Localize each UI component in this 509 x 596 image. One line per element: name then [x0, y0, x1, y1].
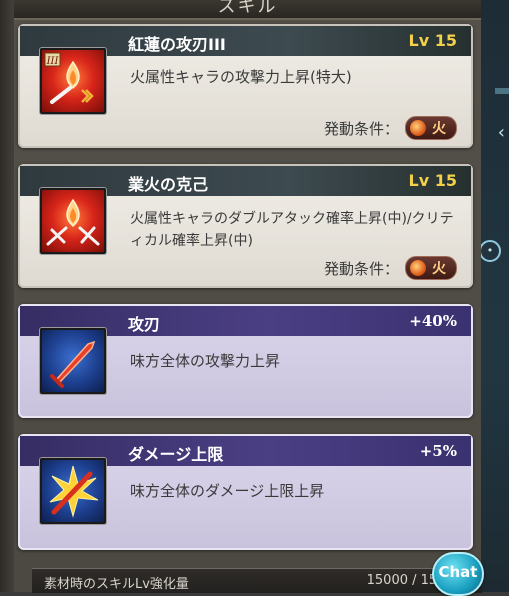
emblem-roman: III [46, 56, 60, 67]
skill-header: スキル [14, 0, 481, 20]
condition-element: 火 [432, 261, 446, 277]
skill-level-footer: 素材時のスキルLv強化量 15000 / 15000 [32, 568, 482, 593]
fire-element-icon [410, 260, 426, 276]
skill-name: ダメージ上限 [128, 445, 224, 464]
side-menu-icon[interactable]: • [479, 240, 501, 262]
condition-label: 発動条件： [323, 119, 399, 138]
burst-blade-icon [40, 458, 106, 524]
skill-header-title: スキル [217, 0, 278, 17]
skill-description: 火属性キャラのダブルアタック確率上昇(中)/クリティカル確率上昇(中) [130, 211, 454, 249]
red-blade-icon [40, 328, 106, 394]
skill-condition: 発動条件： 火 [324, 256, 457, 280]
skill-name: 業火の克己 [128, 175, 209, 194]
skill-bonus: +5% [419, 442, 457, 460]
condition-element: 火 [432, 121, 446, 137]
footer-label: 素材時のスキルLv強化量 [44, 577, 189, 592]
chevron-left-icon[interactable]: ‹ [498, 122, 505, 143]
fire-sword-emblem-icon: III [40, 48, 106, 114]
fire-element-icon [410, 120, 426, 136]
skill-card-1[interactable]: 紅蓮の攻刃III Lv 15 III 火属性キャラの攻撃力上昇(特大) 発動条件… [18, 24, 473, 148]
skill-card-2[interactable]: 業火の克己 Lv 15 火属性キャラのダブルアタック確率上昇(中)/クリティカル… [18, 164, 473, 288]
skill-card-3[interactable]: 攻刃 +40% 味方全体の攻撃力上昇 [18, 304, 473, 418]
skill-name: 攻刃 [128, 315, 161, 334]
skill-condition: 発動条件： 火 [324, 116, 457, 140]
skill-description: 味方全体の攻撃力上昇 [130, 352, 281, 370]
skill-level: Lv 15 [408, 31, 457, 50]
fire-element-badge: 火 [405, 116, 457, 140]
skill-bonus: +40% [409, 312, 457, 330]
skill-description: 火属性キャラの攻撃力上昇(特大) [130, 68, 352, 86]
skill-card-4[interactable]: ダメージ上限 +5% 味方全体のダメージ上限上昇 [18, 434, 473, 550]
fire-element-badge: 火 [405, 256, 457, 280]
skill-name: 紅蓮の攻刃III [128, 35, 226, 54]
skill-description: 味方全体のダメージ上限上昇 [130, 482, 325, 500]
skill-level: Lv 15 [408, 171, 457, 190]
chat-label: Chat [438, 563, 478, 581]
fire-crossed-swords-icon [40, 188, 106, 254]
condition-label: 発動条件： [323, 259, 399, 278]
chat-button[interactable]: Chat [432, 552, 484, 596]
side-ray [495, 88, 509, 94]
